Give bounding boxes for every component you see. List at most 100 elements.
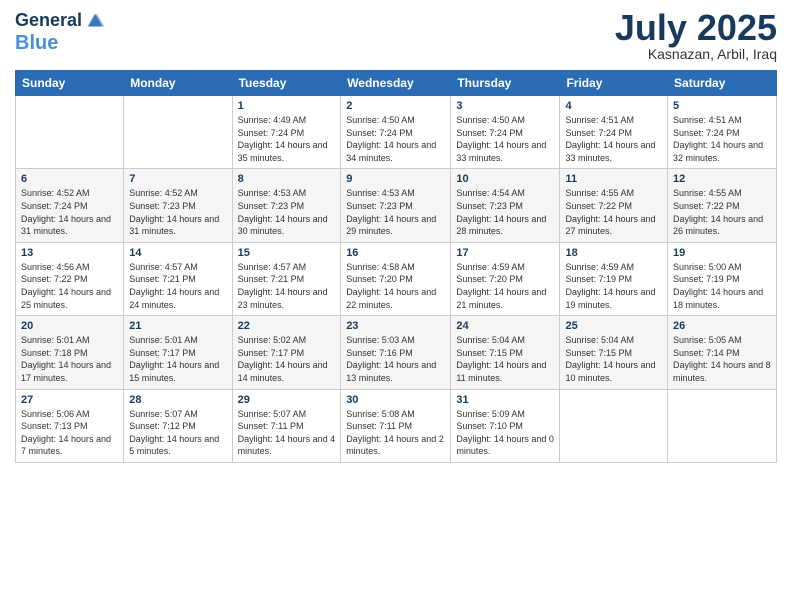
sunrise-text: Sunrise: 5:04 AM xyxy=(456,335,525,345)
day-info: Sunrise: 4:52 AM Sunset: 7:23 PM Dayligh… xyxy=(129,187,226,237)
daylight-text: Daylight: 14 hours and 8 minutes. xyxy=(673,360,771,383)
day-number: 8 xyxy=(238,173,336,185)
daylight-text: Daylight: 14 hours and 33 minutes. xyxy=(565,140,655,163)
daylight-text: Daylight: 14 hours and 15 minutes. xyxy=(129,360,219,383)
calendar-cell: 2 Sunrise: 4:50 AM Sunset: 7:24 PM Dayli… xyxy=(341,96,451,169)
calendar-cell: 12 Sunrise: 4:55 AM Sunset: 7:22 PM Dayl… xyxy=(668,169,777,242)
calendar-cell: 3 Sunrise: 4:50 AM Sunset: 7:24 PM Dayli… xyxy=(451,96,560,169)
day-number: 17 xyxy=(456,247,554,259)
sunrise-text: Sunrise: 5:07 AM xyxy=(129,409,198,419)
sunset-text: Sunset: 7:11 PM xyxy=(346,421,412,431)
weekday-header-row: Sunday Monday Tuesday Wednesday Thursday… xyxy=(16,71,777,96)
calendar-cell: 9 Sunrise: 4:53 AM Sunset: 7:23 PM Dayli… xyxy=(341,169,451,242)
sunrise-text: Sunrise: 4:53 AM xyxy=(346,188,415,198)
sunrise-text: Sunrise: 4:52 AM xyxy=(21,188,90,198)
daylight-text: Daylight: 14 hours and 13 minutes. xyxy=(346,360,436,383)
day-number: 1 xyxy=(238,100,336,112)
daylight-text: Daylight: 14 hours and 22 minutes. xyxy=(346,287,436,310)
daylight-text: Daylight: 14 hours and 4 minutes. xyxy=(238,434,336,457)
calendar-week-row: 20 Sunrise: 5:01 AM Sunset: 7:18 PM Dayl… xyxy=(16,316,777,389)
logo-blue-text: Blue xyxy=(15,32,58,54)
day-number: 23 xyxy=(346,320,445,332)
daylight-text: Daylight: 14 hours and 30 minutes. xyxy=(238,214,328,237)
calendar-cell: 20 Sunrise: 5:01 AM Sunset: 7:18 PM Dayl… xyxy=(16,316,124,389)
day-info: Sunrise: 5:04 AM Sunset: 7:15 PM Dayligh… xyxy=(565,334,662,384)
sunrise-text: Sunrise: 4:59 AM xyxy=(565,262,634,272)
sunrise-text: Sunrise: 4:51 AM xyxy=(565,115,634,125)
calendar-page: General Blue July 2025 Kasnazan, Arbil, … xyxy=(0,0,792,612)
day-number: 10 xyxy=(456,173,554,185)
calendar-cell: 16 Sunrise: 4:58 AM Sunset: 7:20 PM Dayl… xyxy=(341,242,451,315)
day-number: 6 xyxy=(21,173,118,185)
day-info: Sunrise: 4:51 AM Sunset: 7:24 PM Dayligh… xyxy=(565,114,662,164)
sunset-text: Sunset: 7:10 PM xyxy=(456,421,523,431)
day-number: 29 xyxy=(238,394,336,406)
daylight-text: Daylight: 14 hours and 28 minutes. xyxy=(456,214,546,237)
day-number: 24 xyxy=(456,320,554,332)
day-info: Sunrise: 4:53 AM Sunset: 7:23 PM Dayligh… xyxy=(238,187,336,237)
calendar-cell: 19 Sunrise: 5:00 AM Sunset: 7:19 PM Dayl… xyxy=(668,242,777,315)
sunrise-text: Sunrise: 5:01 AM xyxy=(21,335,90,345)
calendar-cell: 10 Sunrise: 4:54 AM Sunset: 7:23 PM Dayl… xyxy=(451,169,560,242)
sunrise-text: Sunrise: 4:56 AM xyxy=(21,262,90,272)
day-info: Sunrise: 5:05 AM Sunset: 7:14 PM Dayligh… xyxy=(673,334,771,384)
sunrise-text: Sunrise: 5:02 AM xyxy=(238,335,307,345)
day-number: 11 xyxy=(565,173,662,185)
daylight-text: Daylight: 14 hours and 7 minutes. xyxy=(21,434,111,457)
sunset-text: Sunset: 7:20 PM xyxy=(346,274,413,284)
sunset-text: Sunset: 7:23 PM xyxy=(129,201,196,211)
calendar-cell: 4 Sunrise: 4:51 AM Sunset: 7:24 PM Dayli… xyxy=(560,96,668,169)
sunset-text: Sunset: 7:21 PM xyxy=(129,274,196,284)
header-wednesday: Wednesday xyxy=(341,71,451,96)
logo: General Blue xyxy=(15,10,106,54)
sunset-text: Sunset: 7:17 PM xyxy=(129,348,196,358)
calendar-cell: 14 Sunrise: 4:57 AM Sunset: 7:21 PM Dayl… xyxy=(124,242,232,315)
sunrise-text: Sunrise: 4:55 AM xyxy=(673,188,742,198)
calendar-cell: 11 Sunrise: 4:55 AM Sunset: 7:22 PM Dayl… xyxy=(560,169,668,242)
day-number: 31 xyxy=(456,394,554,406)
sunset-text: Sunset: 7:20 PM xyxy=(456,274,523,284)
daylight-text: Daylight: 14 hours and 5 minutes. xyxy=(129,434,219,457)
sunset-text: Sunset: 7:16 PM xyxy=(346,348,413,358)
day-number: 3 xyxy=(456,100,554,112)
location: Kasnazan, Arbil, Iraq xyxy=(615,46,777,62)
daylight-text: Daylight: 14 hours and 0 minutes. xyxy=(456,434,554,457)
day-number: 22 xyxy=(238,320,336,332)
sunset-text: Sunset: 7:23 PM xyxy=(346,201,413,211)
sunrise-text: Sunrise: 4:49 AM xyxy=(238,115,307,125)
calendar-cell: 31 Sunrise: 5:09 AM Sunset: 7:10 PM Dayl… xyxy=(451,389,560,462)
sunrise-text: Sunrise: 4:53 AM xyxy=(238,188,307,198)
day-info: Sunrise: 4:55 AM Sunset: 7:22 PM Dayligh… xyxy=(673,187,771,237)
sunrise-text: Sunrise: 5:09 AM xyxy=(456,409,525,419)
sunrise-text: Sunrise: 4:57 AM xyxy=(238,262,307,272)
logo-text: General xyxy=(15,11,82,31)
daylight-text: Daylight: 14 hours and 17 minutes. xyxy=(21,360,111,383)
day-number: 21 xyxy=(129,320,226,332)
calendar-cell: 8 Sunrise: 4:53 AM Sunset: 7:23 PM Dayli… xyxy=(232,169,341,242)
daylight-text: Daylight: 14 hours and 10 minutes. xyxy=(565,360,655,383)
sunrise-text: Sunrise: 4:50 AM xyxy=(346,115,415,125)
calendar-week-row: 6 Sunrise: 4:52 AM Sunset: 7:24 PM Dayli… xyxy=(16,169,777,242)
sunset-text: Sunset: 7:17 PM xyxy=(238,348,305,358)
sunset-text: Sunset: 7:24 PM xyxy=(456,128,523,138)
day-number: 26 xyxy=(673,320,771,332)
sunset-text: Sunset: 7:13 PM xyxy=(21,421,88,431)
sunrise-text: Sunrise: 4:54 AM xyxy=(456,188,525,198)
logo-icon xyxy=(84,10,106,32)
day-info: Sunrise: 5:06 AM Sunset: 7:13 PM Dayligh… xyxy=(21,408,118,458)
daylight-text: Daylight: 14 hours and 14 minutes. xyxy=(238,360,328,383)
calendar-cell: 13 Sunrise: 4:56 AM Sunset: 7:22 PM Dayl… xyxy=(16,242,124,315)
day-number: 4 xyxy=(565,100,662,112)
sunset-text: Sunset: 7:22 PM xyxy=(565,201,632,211)
daylight-text: Daylight: 14 hours and 29 minutes. xyxy=(346,214,436,237)
calendar-cell: 23 Sunrise: 5:03 AM Sunset: 7:16 PM Dayl… xyxy=(341,316,451,389)
sunrise-text: Sunrise: 4:50 AM xyxy=(456,115,525,125)
daylight-text: Daylight: 14 hours and 27 minutes. xyxy=(565,214,655,237)
title-area: July 2025 Kasnazan, Arbil, Iraq xyxy=(615,10,777,62)
day-info: Sunrise: 5:07 AM Sunset: 7:11 PM Dayligh… xyxy=(238,408,336,458)
header-friday: Friday xyxy=(560,71,668,96)
day-info: Sunrise: 4:58 AM Sunset: 7:20 PM Dayligh… xyxy=(346,261,445,311)
sunset-text: Sunset: 7:14 PM xyxy=(673,348,740,358)
day-number: 13 xyxy=(21,247,118,259)
sunrise-text: Sunrise: 5:06 AM xyxy=(21,409,90,419)
